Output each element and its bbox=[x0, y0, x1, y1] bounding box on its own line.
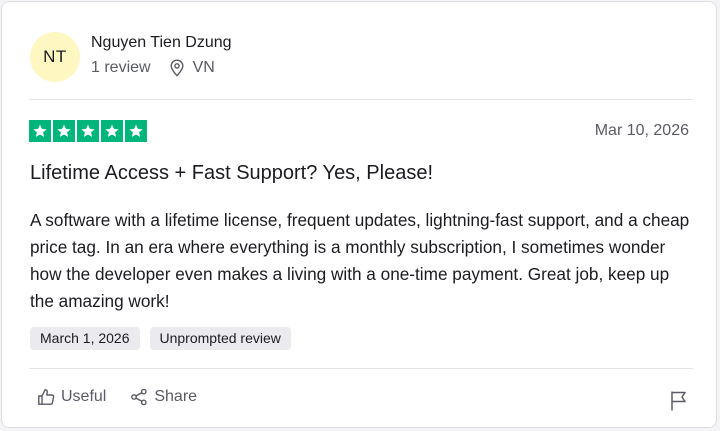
tag-unprompted[interactable]: Unprompted review bbox=[149, 327, 291, 350]
header-divider bbox=[29, 99, 693, 100]
share-label: Share bbox=[154, 388, 198, 405]
footer-divider bbox=[29, 368, 693, 369]
star-icon bbox=[29, 120, 51, 142]
location-pin-icon bbox=[170, 59, 184, 77]
star-icon bbox=[77, 120, 99, 142]
review-card: NT Nguyen Tien Dzung 1 review VN Mar 10,… bbox=[1, 1, 717, 428]
useful-button[interactable]: Useful bbox=[37, 388, 106, 406]
reviewer-meta: 1 review VN bbox=[91, 59, 215, 77]
review-actions: Useful Share bbox=[37, 388, 197, 406]
review-title[interactable]: Lifetime Access + Fast Support? Yes, Ple… bbox=[30, 162, 433, 185]
review-count: 1 review bbox=[91, 59, 151, 76]
share-button[interactable]: Share bbox=[130, 388, 197, 406]
star-icon bbox=[53, 120, 75, 142]
review-body: A software with a lifetime license, freq… bbox=[30, 210, 690, 311]
share-icon bbox=[131, 388, 148, 406]
avatar[interactable]: NT bbox=[30, 32, 80, 82]
reviewer-name[interactable]: Nguyen Tien Dzung bbox=[91, 34, 232, 52]
star-rating bbox=[29, 120, 147, 142]
flag-icon[interactable] bbox=[669, 390, 689, 412]
useful-label: Useful bbox=[61, 388, 107, 405]
star-icon bbox=[125, 120, 147, 142]
reviewer-location: VN bbox=[169, 59, 215, 77]
review-tags: March 1, 2026 Unprompted review bbox=[30, 327, 291, 350]
thumbs-up-icon bbox=[38, 389, 55, 405]
location-label: VN bbox=[192, 59, 215, 76]
review-date: Mar 10, 2026 bbox=[594, 122, 689, 139]
tag-experience-date: March 1, 2026 bbox=[30, 327, 140, 350]
star-icon bbox=[101, 120, 123, 142]
